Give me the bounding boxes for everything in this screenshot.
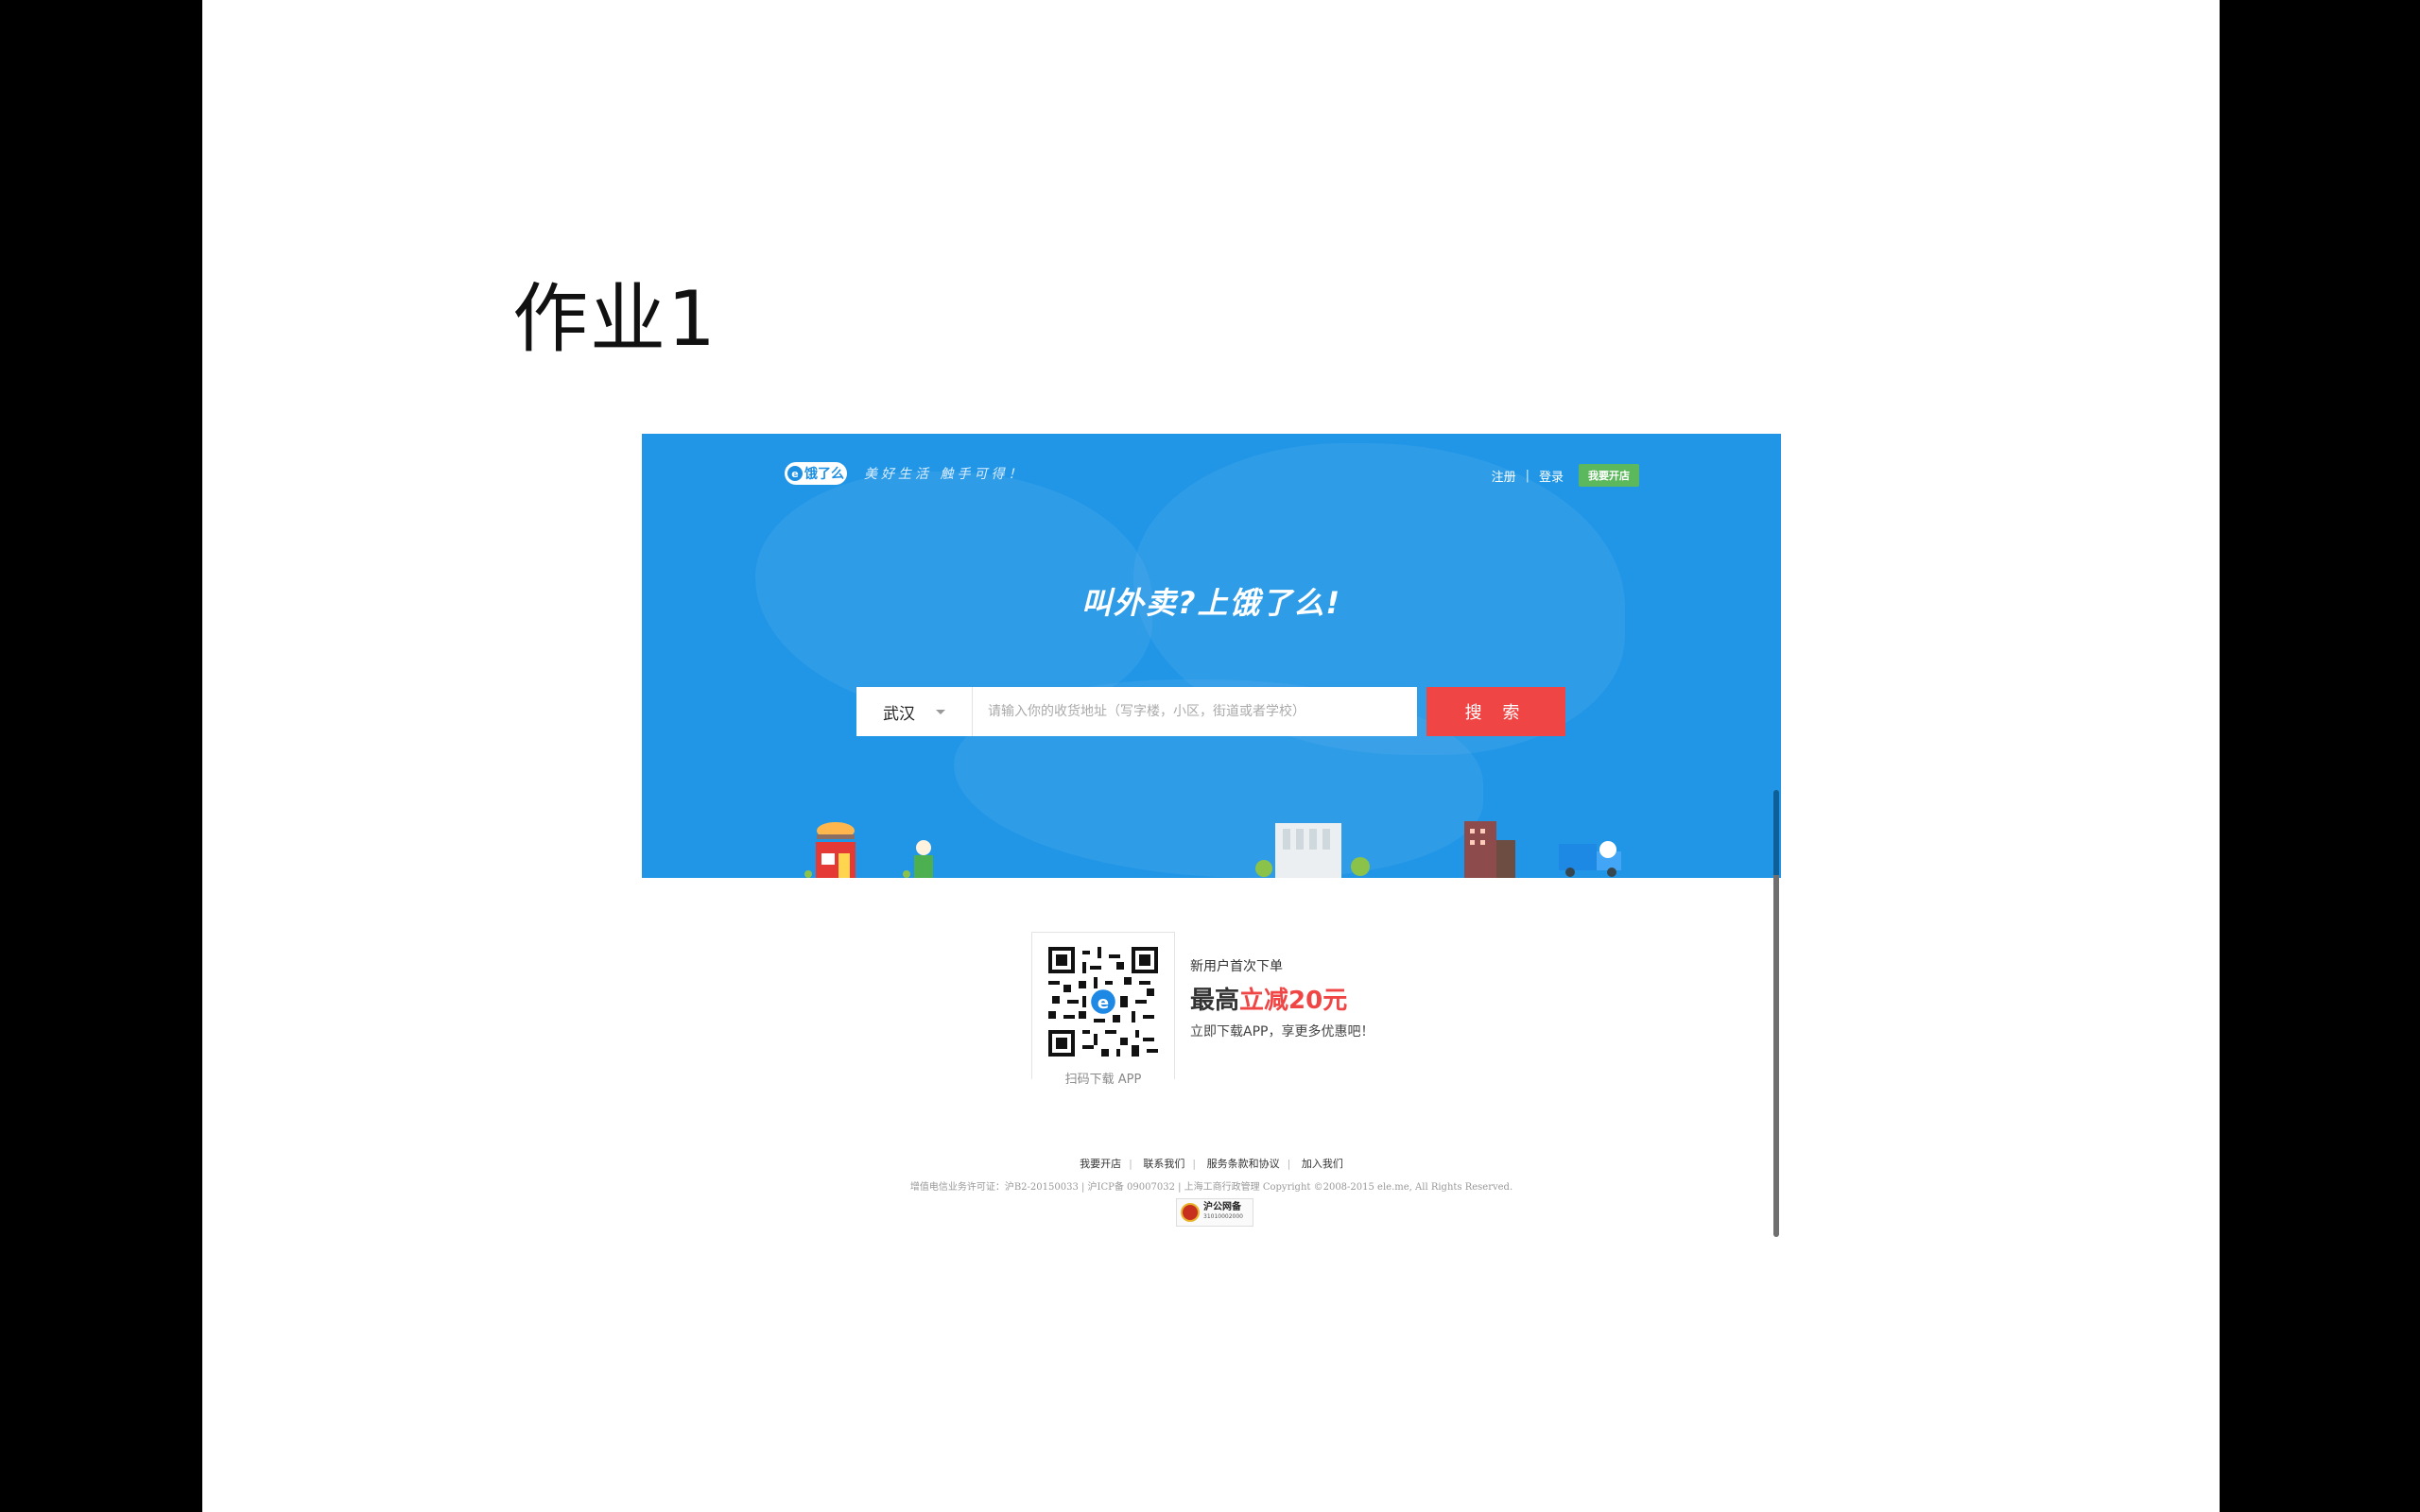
footer-link[interactable]: 联系我们 — [1143, 1158, 1184, 1170]
building-illustration-icon — [1255, 823, 1370, 878]
footer-link[interactable]: 服务条款和协议 — [1207, 1158, 1280, 1170]
nav-separator: | — [1525, 468, 1530, 483]
city-value: 武汉 — [883, 704, 915, 724]
police-emblem-icon — [1181, 1203, 1200, 1222]
website-screenshot: e 饿了么 美好生活 触手可得！ 注册 | 登录 我要开店 叫外卖?上饿了么! … — [642, 434, 1781, 1237]
app-qr-card: e 扫码下载 APP — [1031, 932, 1175, 1087]
footer-link[interactable]: 我要开店 — [1080, 1158, 1121, 1170]
police-record-badge[interactable]: 沪公网备 31010002000 — [1176, 1198, 1253, 1227]
city-delivery-illustration-icon — [1464, 821, 1621, 878]
city-select[interactable]: 武汉 — [856, 687, 973, 736]
open-store-button[interactable]: 我要开店 — [1579, 464, 1639, 487]
svg-text:e: e — [1098, 993, 1109, 1013]
promo-line-3: 立即下载APP，享更多优惠吧！ — [1190, 1024, 1374, 1040]
promo-line-1: 新用户首次下单 — [1190, 959, 1283, 974]
promo-prefix: 最高 — [1190, 987, 1240, 1015]
hero-banner: e 饿了么 美好生活 触手可得！ 注册 | 登录 我要开店 叫外卖?上饿了么! … — [642, 434, 1781, 878]
app-promo-text: 新用户首次下单 最高立减20元 立即下载APP，享更多优惠吧！ — [1190, 956, 1374, 1040]
footer-link[interactable]: 加入我们 — [1302, 1158, 1343, 1170]
top-nav: 注册 | 登录 我要开店 — [1492, 464, 1639, 487]
chevron-down-icon — [936, 709, 945, 714]
register-link[interactable]: 注册 — [1492, 467, 1516, 485]
shop-illustration-icon — [804, 822, 933, 878]
search-bar: 武汉 搜 索 — [856, 687, 1565, 736]
qr-code-icon: e — [1048, 947, 1158, 1057]
footer-links: 我要开店 | 联系我们 | 服务条款和协议 | 加入我们 — [1080, 1158, 1343, 1170]
qr-caption: 扫码下载 APP — [1032, 1069, 1174, 1087]
promo-discount: 立减20元 — [1239, 987, 1348, 1015]
footer-copyright: 增值电信业务许可证：沪B2-20150033 | 沪ICP备 09007032 … — [909, 1182, 1513, 1193]
slide-title: 作业1 — [512, 275, 717, 363]
logo-text: 饿了么 — [804, 467, 844, 482]
logo-badge: e 饿了么 — [785, 462, 847, 485]
eleme-icon: e — [787, 466, 803, 481]
slogan: 美好生活 触手可得！ — [864, 467, 1026, 482]
promo-line-2: 最高立减20元 — [1190, 981, 1374, 1016]
site-logo[interactable]: e 饿了么 美好生活 触手可得！ — [785, 462, 1025, 485]
badge-number: 31010002000 — [1203, 1213, 1243, 1220]
search-button[interactable]: 搜 索 — [1426, 687, 1565, 736]
scrollbar-top-segment — [1773, 790, 1779, 875]
address-input[interactable] — [973, 687, 1417, 736]
login-link[interactable]: 登录 — [1539, 467, 1564, 485]
badge-title: 沪公网备 — [1203, 1202, 1241, 1212]
hero-headline: 叫外卖?上饿了么! — [1080, 585, 1342, 621]
